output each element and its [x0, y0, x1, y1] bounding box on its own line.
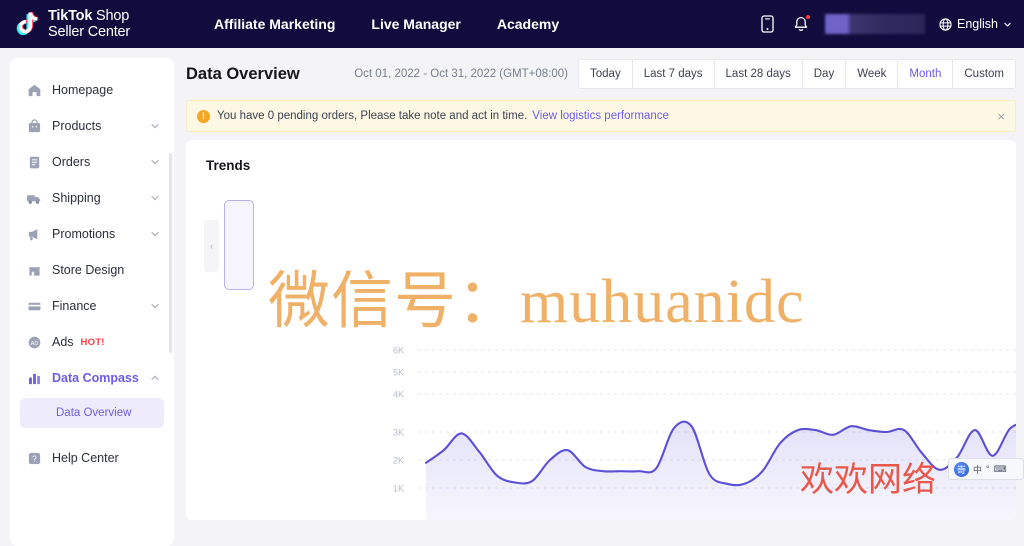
filter-custom[interactable]: Custom — [953, 60, 1015, 88]
sidebar-label-homepage: Homepage — [52, 83, 114, 97]
chevron-down-icon — [151, 232, 159, 237]
tiktok-note-icon — [16, 10, 42, 38]
date-filter-group: Today Last 7 days Last 28 days Day Week … — [578, 59, 1016, 89]
ime-logo-icon: 嵜 — [954, 461, 969, 477]
sidebar-item-help-center[interactable]: ? Help Center — [10, 440, 174, 476]
truck-icon — [26, 190, 42, 206]
home-icon — [26, 82, 42, 98]
chevron-down-icon — [1004, 22, 1011, 27]
sidebar-label-promotions: Promotions — [52, 227, 116, 241]
sidebar-label-shipping: Shipping — [52, 191, 101, 205]
logo-line1-bold: TikTok — [48, 7, 93, 24]
brand-logo-text: TikTok Shop Seller Center — [48, 8, 130, 40]
megaphone-icon — [26, 226, 42, 242]
filter-last-28-days[interactable]: Last 28 days — [715, 60, 803, 88]
svg-text:4K: 4K — [393, 390, 404, 400]
trends-chart-svg: 1K 2K 3K 4K 5K 6K — [393, 346, 1016, 520]
warning-icon: ! — [197, 109, 210, 123]
main-nav: Affiliate Marketing Live Manager Academy — [214, 16, 559, 32]
sidebar-scrollbar[interactable] — [169, 153, 172, 353]
bell-icon[interactable] — [791, 14, 811, 34]
card-icon — [26, 298, 42, 314]
globe-icon — [939, 17, 952, 31]
svg-text:5K: 5K — [393, 368, 404, 378]
chevron-down-icon — [151, 124, 159, 129]
sidebar-label-data-compass: Data Compass — [52, 371, 139, 385]
svg-text:3K: 3K — [393, 428, 404, 438]
nav-item-academy[interactable]: Academy — [497, 16, 559, 32]
sidebar-item-finance[interactable]: Finance — [10, 288, 174, 324]
filter-week[interactable]: Week — [846, 60, 899, 88]
filter-today[interactable]: Today — [579, 60, 633, 88]
sidebar-item-ads[interactable]: AD Ads HOT! — [10, 324, 174, 360]
sidebar: Homepage Products Orders Shipping Promot… — [10, 58, 174, 546]
ime-toolbar[interactable]: 嵜 中 ° ⌨ — [948, 458, 1024, 480]
trends-panel: Trends ‹ 1K 2K 3K 4K 5K 6K — [186, 140, 1016, 520]
chevron-down-icon — [151, 160, 159, 165]
bar-chart-icon — [26, 370, 42, 386]
help-icon: ? — [26, 450, 42, 466]
sidebar-subitem-data-overview[interactable]: Data Overview — [20, 398, 164, 428]
sidebar-item-data-compass[interactable]: Data Compass — [10, 360, 174, 396]
ime-mode-label[interactable]: 中 — [973, 463, 982, 476]
ads-icon: AD — [26, 334, 42, 350]
page-body: Homepage Products Orders Shipping Promot… — [0, 48, 1024, 546]
bag-icon — [26, 118, 42, 134]
header-actions: English — [757, 14, 1012, 34]
chevron-down-icon — [151, 304, 159, 309]
ime-keyboard-icon[interactable]: ⌨ — [994, 464, 1007, 475]
metric-card-selected[interactable] — [224, 200, 254, 290]
chevron-left-icon[interactable]: ‹ — [204, 220, 219, 272]
notification-dot — [805, 14, 811, 20]
date-range-label: Oct 01, 2022 - Oct 31, 2022 (GMT+08:00) — [354, 68, 569, 80]
filter-month[interactable]: Month — [898, 60, 954, 88]
sidebar-item-products[interactable]: Products — [10, 108, 174, 144]
svg-text:1K: 1K — [393, 484, 404, 494]
ads-hot-badge: HOT! — [80, 336, 105, 348]
sidebar-item-homepage[interactable]: Homepage — [10, 72, 174, 108]
sidebar-label-store-design: Store Design — [52, 263, 125, 277]
sidebar-label-products: Products — [52, 119, 102, 133]
nav-item-affiliate-marketing[interactable]: Affiliate Marketing — [214, 16, 335, 32]
alert-message: You have 0 pending orders, Please take n… — [217, 110, 528, 122]
sidebar-sublabel-data-overview: Data Overview — [56, 407, 132, 419]
ime-punct-icon[interactable]: ° — [986, 464, 990, 474]
logo-line1-thin: Shop — [92, 7, 130, 24]
svg-text:2K: 2K — [393, 456, 404, 466]
main-content: Data Overview Oct 01, 2022 - Oct 31, 202… — [182, 48, 1024, 520]
mobile-icon[interactable] — [757, 14, 777, 34]
user-account-area[interactable] — [825, 14, 925, 34]
pending-orders-alert: ! You have 0 pending orders, Please take… — [186, 100, 1016, 132]
sidebar-item-store-design[interactable]: Store Design — [10, 252, 174, 288]
chart-area-fill — [426, 421, 1016, 520]
language-selector[interactable]: English — [939, 17, 1012, 31]
svg-text:AD: AD — [30, 340, 38, 346]
filter-last-7-days[interactable]: Last 7 days — [633, 60, 715, 88]
page-title: Data Overview — [186, 64, 300, 83]
svg-text:?: ? — [32, 454, 37, 463]
logo-line2: Seller Center — [48, 24, 131, 40]
filter-day[interactable]: Day — [803, 60, 847, 88]
sidebar-label-orders: Orders — [52, 155, 91, 169]
close-icon[interactable]: × — [997, 110, 1005, 123]
language-label: English — [957, 17, 998, 31]
top-header: TikTok Shop Seller Center Affiliate Mark… — [0, 0, 1024, 48]
sidebar-item-shipping[interactable]: Shipping — [10, 180, 174, 216]
chevron-up-icon — [151, 375, 159, 380]
storefront-icon — [26, 262, 42, 278]
trends-chart: 1K 2K 3K 4K 5K 6K — [186, 330, 1016, 520]
chevron-down-icon — [151, 196, 159, 201]
view-logistics-performance-link[interactable]: View logistics performance — [532, 110, 669, 122]
sidebar-label-help-center: Help Center — [52, 451, 119, 465]
sidebar-item-promotions[interactable]: Promotions — [10, 216, 174, 252]
sidebar-item-orders[interactable]: Orders — [10, 144, 174, 180]
trends-title: Trends — [206, 158, 251, 173]
sidebar-label-ads: Ads — [52, 335, 74, 349]
nav-item-live-manager[interactable]: Live Manager — [371, 16, 460, 32]
svg-text:6K: 6K — [393, 346, 404, 356]
sidebar-label-finance: Finance — [52, 299, 97, 313]
page-toolbar: Data Overview Oct 01, 2022 - Oct 31, 202… — [182, 48, 1024, 100]
clipboard-icon — [26, 154, 42, 170]
brand-logo[interactable]: TikTok Shop Seller Center — [16, 8, 130, 40]
